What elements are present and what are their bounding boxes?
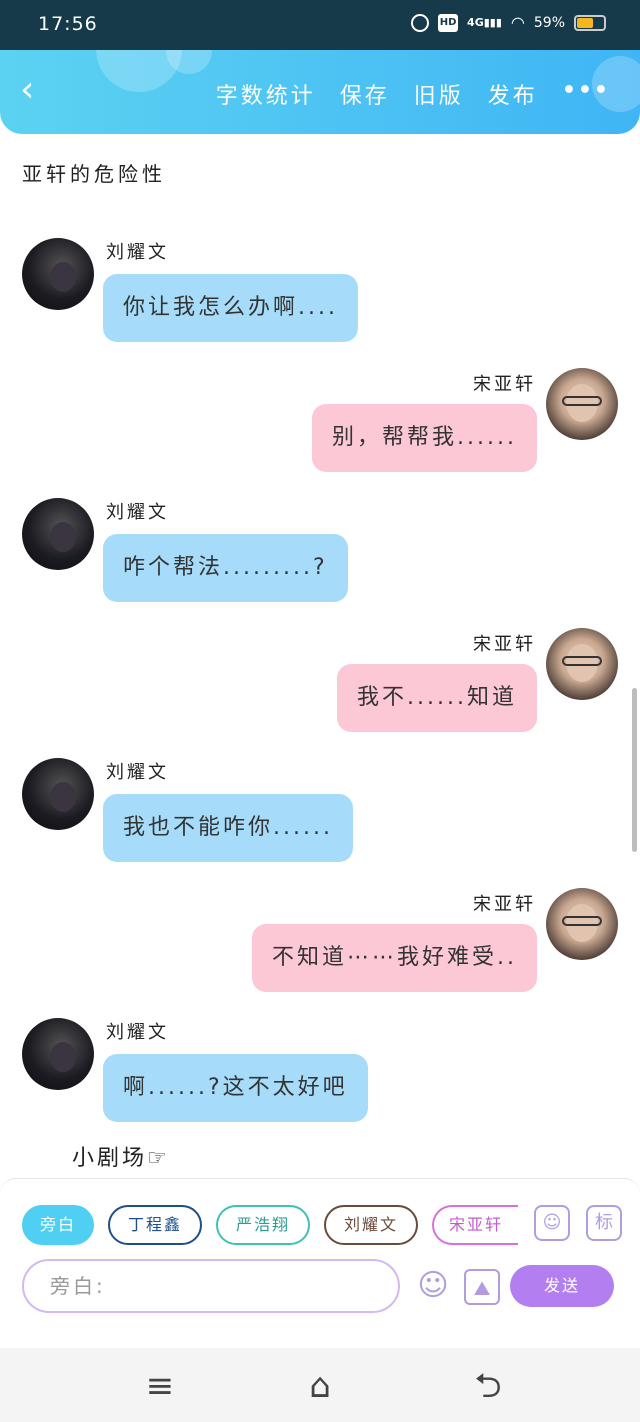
battery-icon (574, 14, 606, 31)
avatar[interactable] (546, 888, 618, 960)
avatar[interactable] (546, 368, 618, 440)
smile-icon[interactable]: ☺ (414, 1267, 452, 1305)
avatar[interactable] (22, 758, 94, 830)
top-app-bar: ‹ 字数统计 保存 旧版 发布 ••• (0, 50, 640, 134)
narration-text[interactable]: 小剧场☞ (72, 1140, 170, 1172)
speaker-name: 宋亚轩 (473, 634, 536, 655)
speaker-name: 刘耀文 (106, 242, 169, 263)
status-icons: HD 4G▮▮▮ ◠ 59% (411, 13, 606, 32)
avatar[interactable] (22, 1018, 94, 1090)
role-chip-ding[interactable]: 丁程鑫 (108, 1205, 202, 1245)
image-icon[interactable]: ⛰ (464, 1269, 500, 1305)
word-count-button[interactable]: 字数统计 (216, 78, 316, 110)
message-bubble[interactable]: 我不......知道 (337, 664, 537, 732)
signal-4g-icon: 4G▮▮▮ (467, 16, 502, 29)
role-chip-liu[interactable]: 刘耀文 (324, 1205, 418, 1245)
hd-icon: HD (438, 13, 459, 32)
send-button[interactable]: 发送 (510, 1265, 614, 1307)
old-version-button[interactable]: 旧版 (414, 78, 464, 110)
home-icon[interactable]: ⌂ (295, 1366, 345, 1406)
status-time: 17:56 (38, 13, 98, 35)
header-actions: 字数统计 保存 旧版 发布 ••• (216, 78, 610, 110)
avatar[interactable] (546, 628, 618, 700)
publish-button[interactable]: 发布 (488, 78, 538, 110)
document-title[interactable]: 亚轩的危险性 (22, 158, 166, 187)
avatar[interactable] (22, 498, 94, 570)
message-input[interactable]: 旁白: (22, 1259, 400, 1313)
role-chip-narrator[interactable]: 旁白 (22, 1205, 94, 1245)
save-button[interactable]: 保存 (340, 78, 390, 110)
message-bubble[interactable]: 不知道⋯⋯我好难受.. (252, 924, 537, 992)
battery-percent: 59% (533, 14, 565, 31)
composer-panel: 旁白 丁程鑫 严浩翔 刘耀文 宋亚轩 ☺ 标 旁白: ☺ ⛰ 发送 (0, 1178, 640, 1348)
alarm-icon (411, 13, 430, 32)
avatar[interactable] (22, 238, 94, 310)
speaker-name: 宋亚轩 (473, 894, 536, 915)
speaker-name: 刘耀文 (106, 502, 169, 523)
message-bubble[interactable]: 啊......?这不太好吧 (103, 1054, 368, 1122)
role-chip-yan[interactable]: 严浩翔 (216, 1205, 310, 1245)
scrollbar[interactable] (632, 688, 637, 852)
message-bubble[interactable]: 别，帮帮我...... (312, 404, 537, 472)
back-icon[interactable]: ⮌ (463, 1366, 513, 1406)
more-dots-icon[interactable]: ••• (562, 78, 610, 110)
role-chip-song[interactable]: 宋亚轩 (432, 1205, 518, 1245)
message-bubble[interactable]: 我也不能咋你...... (103, 794, 353, 862)
status-bar: 17:56 HD 4G▮▮▮ ◠ 59% (0, 0, 640, 50)
speaker-name: 刘耀文 (106, 762, 169, 783)
tag-button[interactable]: 标 (586, 1205, 622, 1241)
speaker-name: 宋亚轩 (473, 374, 536, 395)
back-arrow-icon[interactable]: ‹ (20, 70, 60, 110)
wifi-icon: ◠ (510, 13, 525, 32)
menu-icon[interactable]: ≡ (135, 1366, 185, 1406)
system-nav-bar: ≡ ⌂ ⮌ (0, 1348, 640, 1422)
contact-card-icon[interactable]: ☺ (534, 1205, 570, 1241)
speaker-name: 刘耀文 (106, 1022, 169, 1043)
message-bubble[interactable]: 咋个帮法.........? (103, 534, 348, 602)
message-bubble[interactable]: 你让我怎么办啊.... (103, 274, 358, 342)
